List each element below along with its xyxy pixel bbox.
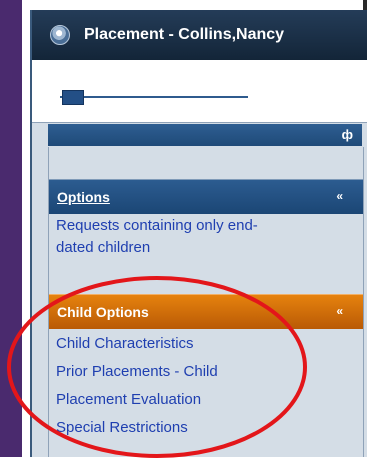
pane-header: ф xyxy=(48,124,362,146)
left-frame xyxy=(0,0,22,457)
options-panel: Options « Requests containing only end- … xyxy=(48,147,364,457)
link-prior-placements-child[interactable]: Prior Placements - Child xyxy=(56,363,218,380)
section-label-child-options: Child Options xyxy=(57,304,149,320)
pin-icon[interactable]: ф xyxy=(342,127,353,142)
link-special-restrictions[interactable]: Special Restrictions xyxy=(56,419,188,436)
zoom-slider-area xyxy=(32,60,367,123)
link-child-characteristics[interactable]: Child Characteristics xyxy=(56,335,194,352)
app-globe-icon[interactable] xyxy=(50,25,70,45)
section-label-options: Options xyxy=(57,189,110,205)
placement-window: Placement - Collins,Nancy ф Options « Re… xyxy=(30,10,367,457)
link-requests-end-dated-children[interactable]: Requests containing only end- xyxy=(56,217,258,234)
section-header-options[interactable]: Options « xyxy=(49,179,363,214)
link-requests-end-dated-children-cont[interactable]: dated children xyxy=(56,239,150,256)
slider-track[interactable] xyxy=(60,96,248,98)
title-bar: Placement - Collins,Nancy xyxy=(32,10,367,60)
link-placement-evaluation[interactable]: Placement Evaluation xyxy=(56,391,201,408)
section-header-child-options[interactable]: Child Options « xyxy=(49,294,363,329)
window-title: Placement - Collins,Nancy xyxy=(84,26,285,43)
chevron-up-icon[interactable]: « xyxy=(336,304,343,318)
slider-thumb[interactable] xyxy=(62,90,84,105)
chevron-up-icon[interactable]: « xyxy=(336,189,343,203)
